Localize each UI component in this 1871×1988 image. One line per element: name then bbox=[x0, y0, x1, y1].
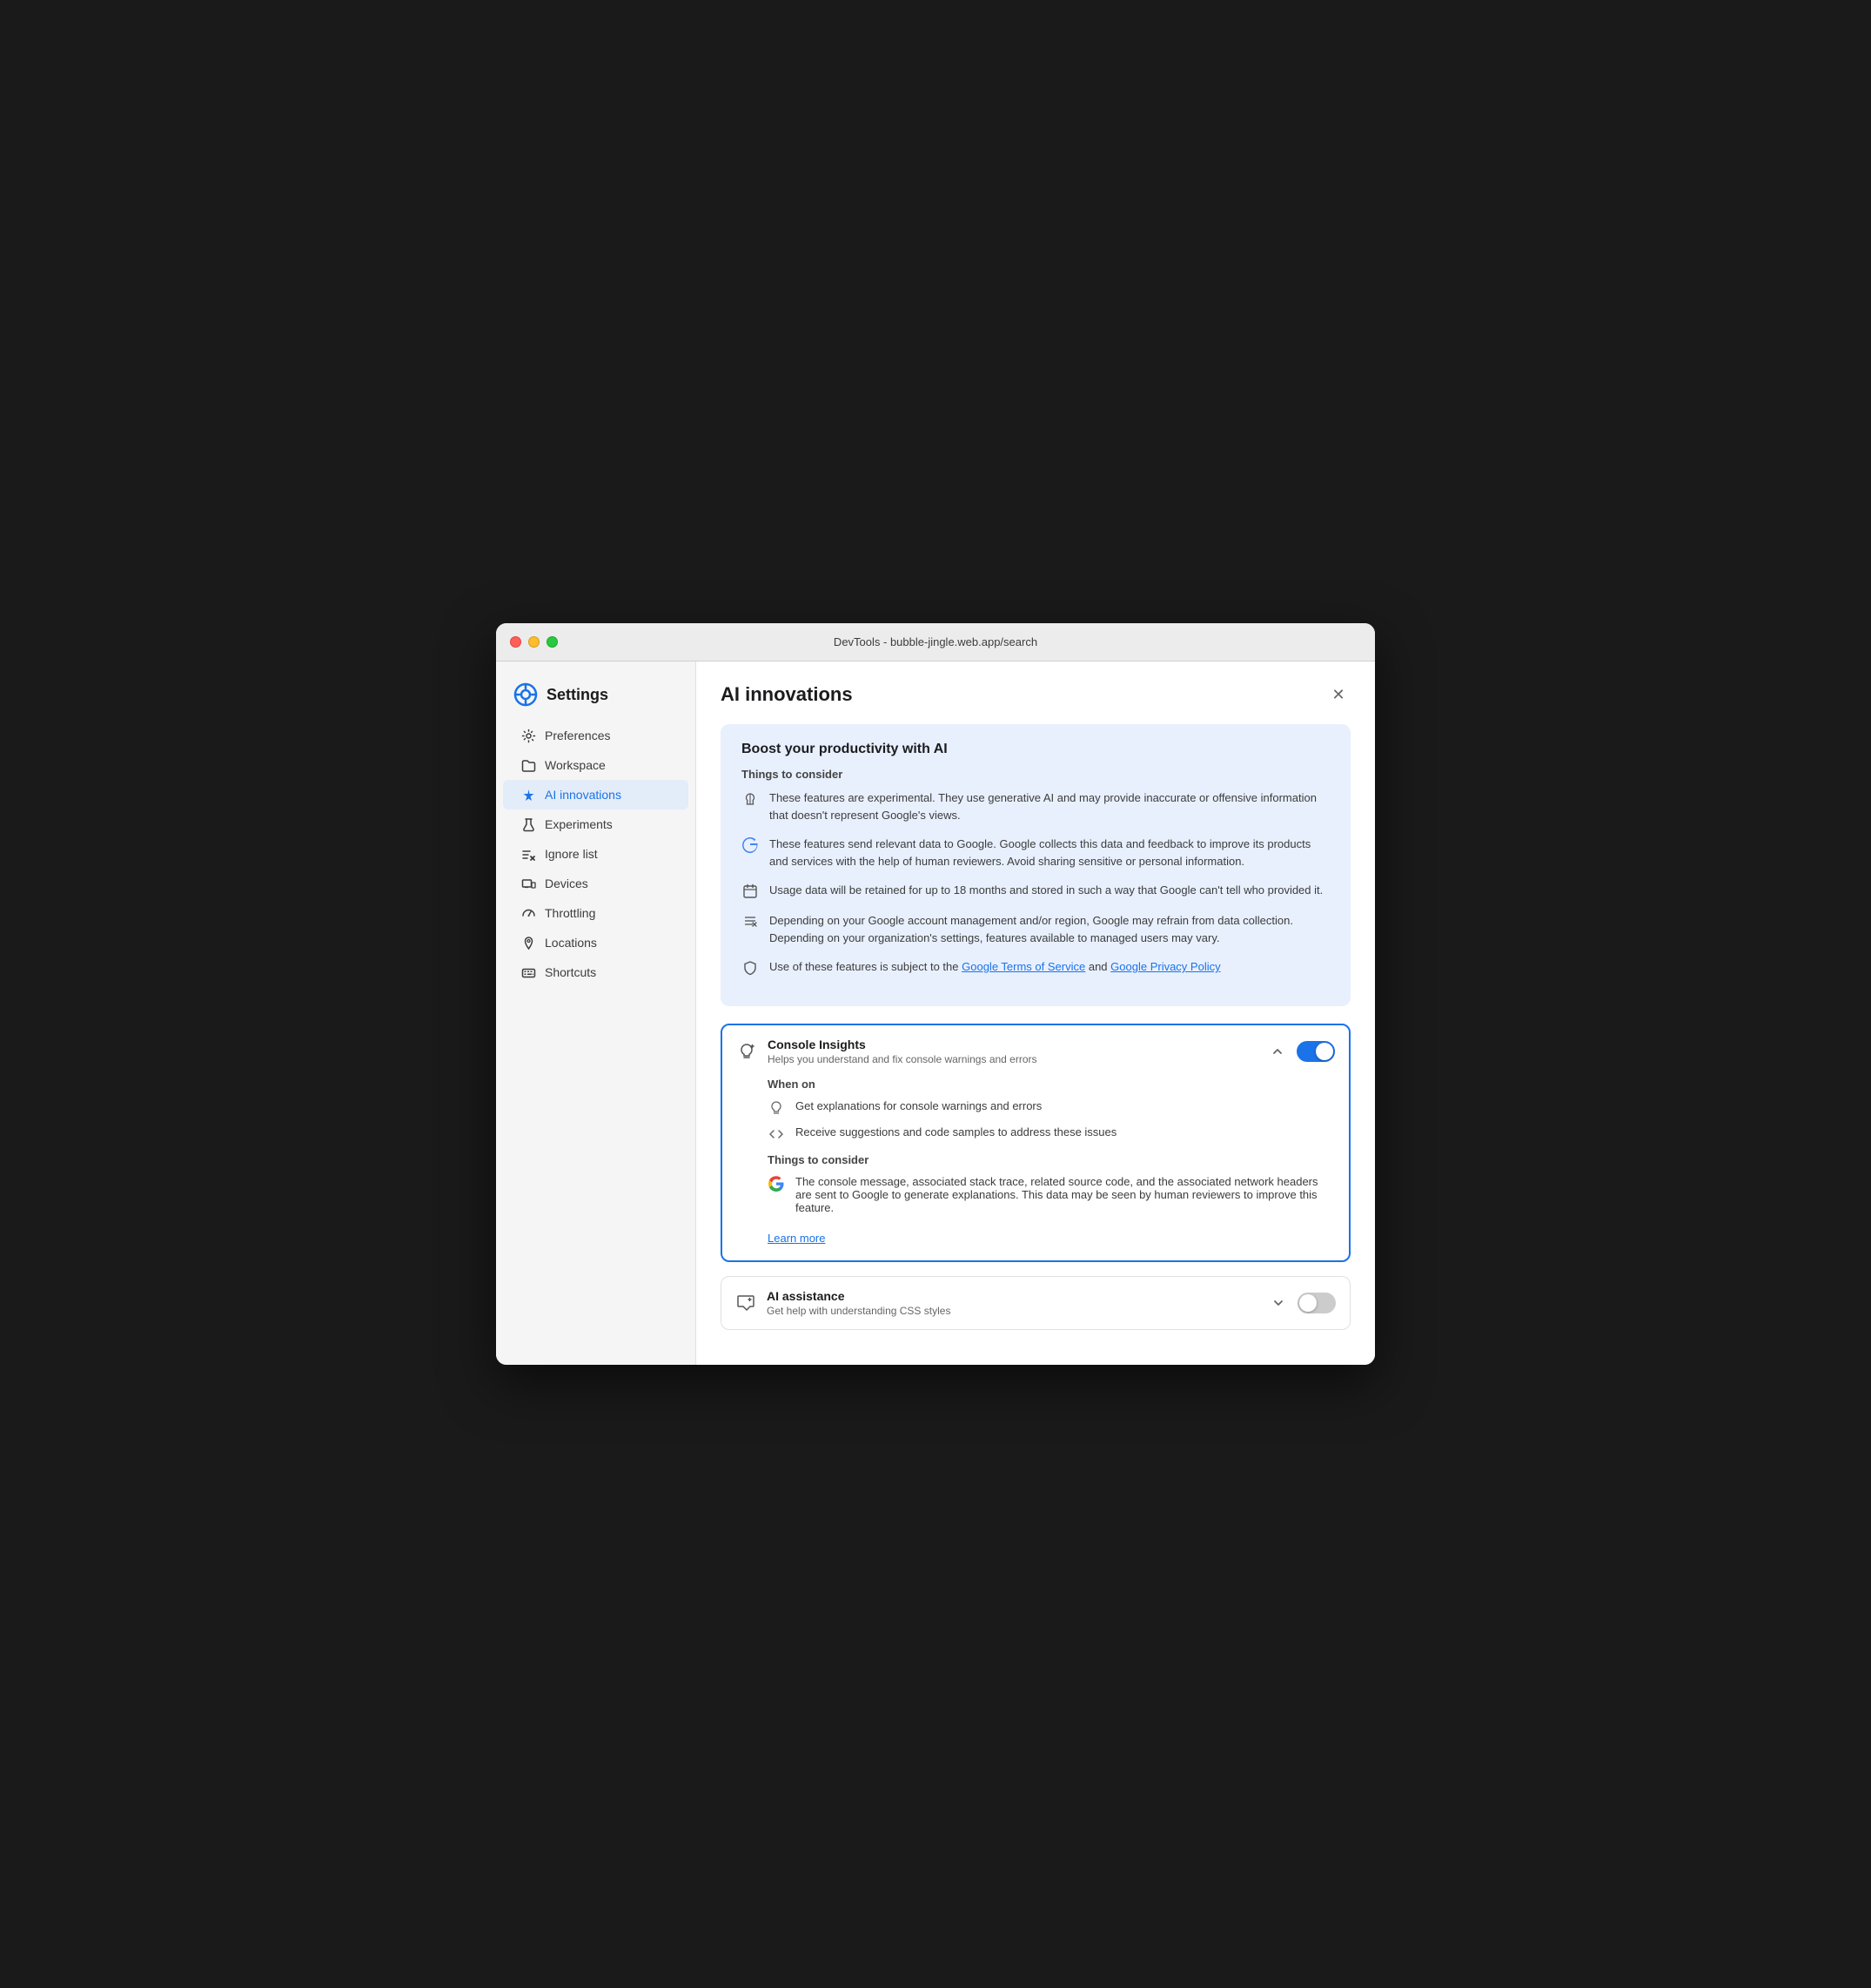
consideration-text-0: The console message, associated stack tr… bbox=[795, 1175, 1335, 1214]
info-card-heading: Boost your productivity with AI bbox=[741, 742, 1330, 757]
console-insights-desc: Helps you understand and fix console war… bbox=[768, 1053, 1258, 1065]
traffic-lights bbox=[510, 636, 558, 648]
sidebar-item-workspace[interactable]: Workspace bbox=[503, 750, 688, 780]
info-item-3: Depending on your Google account managem… bbox=[741, 912, 1330, 946]
info-item-text-2: Usage data will be retained for up to 18… bbox=[769, 882, 1323, 899]
settings-logo-icon bbox=[513, 682, 538, 707]
toggle-knob bbox=[1316, 1043, 1333, 1060]
ai-assistance-name: AI assistance bbox=[767, 1289, 1259, 1303]
ai-assistance-desc: Get help with understanding CSS styles bbox=[767, 1305, 1259, 1317]
sidebar-item-ignore-list[interactable]: Ignore list bbox=[503, 839, 688, 869]
info-item-text-1: These features send relevant data to Goo… bbox=[769, 836, 1330, 870]
sidebar-nav: Preferences Workspace bbox=[496, 721, 695, 987]
devices-label: Devices bbox=[545, 876, 588, 890]
devtools-window: DevTools - bubble-jingle.web.app/search … bbox=[496, 623, 1375, 1365]
benefit-item-1: Receive suggestions and code samples to … bbox=[768, 1125, 1335, 1143]
ai-assistance-toggle[interactable] bbox=[1298, 1293, 1336, 1313]
expand-chevron-icon[interactable] bbox=[1270, 1294, 1287, 1312]
locations-label: Locations bbox=[545, 936, 597, 950]
list-x-icon bbox=[520, 846, 536, 862]
sparkle-icon bbox=[520, 787, 536, 803]
shield-icon bbox=[741, 959, 759, 977]
window-title: DevTools - bubble-jingle.web.app/search bbox=[834, 635, 1037, 648]
benefit-text-0: Get explanations for console warnings an… bbox=[795, 1099, 1042, 1112]
privacy-link[interactable]: Google Privacy Policy bbox=[1110, 960, 1220, 973]
info-item-text-3: Depending on your Google account managem… bbox=[769, 912, 1330, 946]
list-icon bbox=[741, 913, 759, 930]
lightbulb-plus-icon bbox=[736, 1041, 757, 1062]
close-button[interactable]: ✕ bbox=[1326, 682, 1351, 707]
folder-icon bbox=[520, 757, 536, 773]
page-title: AI innovations bbox=[721, 683, 853, 706]
when-on-label: When on bbox=[768, 1078, 1335, 1091]
throttling-label: Throttling bbox=[545, 906, 595, 920]
info-item-0: These features are experimental. They us… bbox=[741, 789, 1330, 823]
gear-icon bbox=[520, 728, 536, 743]
sidebar-item-ai-innovations[interactable]: AI innovations bbox=[503, 780, 688, 809]
consideration-item-0: The console message, associated stack tr… bbox=[768, 1175, 1335, 1214]
sidebar-heading: Settings bbox=[547, 686, 608, 704]
console-insights-card: Console Insights Helps you understand an… bbox=[721, 1024, 1351, 1262]
console-insights-expanded: When on Get explanations for console war… bbox=[722, 1078, 1349, 1260]
content-area: AI innovations ✕ Boost your productivity… bbox=[696, 662, 1375, 1365]
content-header: AI innovations ✕ bbox=[721, 682, 1351, 707]
devices-icon bbox=[520, 876, 536, 891]
console-insights-text: Console Insights Helps you understand an… bbox=[768, 1038, 1258, 1065]
keyboard-icon bbox=[520, 964, 536, 980]
ai-assistance-card: AI assistance Get help with understandin… bbox=[721, 1276, 1351, 1330]
console-insights-toggle[interactable] bbox=[1297, 1041, 1335, 1062]
ignore-list-label: Ignore list bbox=[545, 847, 598, 861]
ai-innovations-label: AI innovations bbox=[545, 788, 621, 802]
minimize-traffic-light[interactable] bbox=[528, 636, 540, 648]
sidebar: Settings Preferences bbox=[496, 662, 696, 1365]
benefit-text-1: Receive suggestions and code samples to … bbox=[795, 1125, 1117, 1138]
sidebar-item-preferences[interactable]: Preferences bbox=[503, 721, 688, 750]
preferences-label: Preferences bbox=[545, 729, 610, 742]
pin-icon bbox=[520, 935, 536, 950]
titlebar: DevTools - bubble-jingle.web.app/search bbox=[496, 623, 1375, 662]
sidebar-item-devices[interactable]: Devices bbox=[503, 869, 688, 898]
flask-icon bbox=[520, 816, 536, 832]
info-card: Boost your productivity with AI Things t… bbox=[721, 724, 1351, 1006]
info-item-2: Usage data will be retained for up to 18… bbox=[741, 882, 1330, 900]
collapse-chevron-icon[interactable] bbox=[1269, 1043, 1286, 1060]
benefit-item-0: Get explanations for console warnings an… bbox=[768, 1099, 1335, 1117]
calendar-icon bbox=[741, 883, 759, 900]
speedometer-icon bbox=[520, 905, 536, 921]
info-item-text-0: These features are experimental. They us… bbox=[769, 789, 1330, 823]
sidebar-header: Settings bbox=[496, 675, 695, 721]
console-insights-controls bbox=[1269, 1041, 1335, 1062]
lightbulb-icon bbox=[768, 1099, 785, 1117]
experiments-label: Experiments bbox=[545, 817, 613, 831]
chat-plus-icon bbox=[735, 1293, 756, 1313]
ai-assistance-controls bbox=[1270, 1293, 1336, 1313]
google-icon-1 bbox=[768, 1175, 785, 1192]
sidebar-item-experiments[interactable]: Experiments bbox=[503, 809, 688, 839]
sidebar-item-locations[interactable]: Locations bbox=[503, 928, 688, 957]
code-icon bbox=[768, 1125, 785, 1143]
google-icon-0 bbox=[741, 836, 759, 854]
console-insights-name: Console Insights bbox=[768, 1038, 1258, 1051]
workspace-label: Workspace bbox=[545, 758, 606, 772]
info-item-4: Use of these features is subject to the … bbox=[741, 958, 1330, 977]
shortcuts-label: Shortcuts bbox=[545, 965, 596, 979]
main-content: Settings Preferences bbox=[496, 662, 1375, 1365]
brain-icon bbox=[741, 790, 759, 808]
sidebar-item-throttling[interactable]: Throttling bbox=[503, 898, 688, 928]
close-traffic-light[interactable] bbox=[510, 636, 521, 648]
tos-link[interactable]: Google Terms of Service bbox=[962, 960, 1085, 973]
info-item-text-4: Use of these features is subject to the … bbox=[769, 958, 1221, 976]
zoom-traffic-light[interactable] bbox=[547, 636, 558, 648]
info-item-1: These features send relevant data to Goo… bbox=[741, 836, 1330, 870]
console-insights-header[interactable]: Console Insights Helps you understand an… bbox=[722, 1025, 1349, 1078]
sidebar-item-shortcuts[interactable]: Shortcuts bbox=[503, 957, 688, 987]
things-to-consider-label-2: Things to consider bbox=[768, 1153, 1335, 1166]
learn-more-link[interactable]: Learn more bbox=[768, 1232, 825, 1245]
things-to-consider-label: Things to consider bbox=[741, 768, 1330, 781]
toggle-knob-2 bbox=[1299, 1294, 1317, 1312]
ai-assistance-text: AI assistance Get help with understandin… bbox=[767, 1289, 1259, 1317]
ai-assistance-header[interactable]: AI assistance Get help with understandin… bbox=[721, 1277, 1350, 1329]
